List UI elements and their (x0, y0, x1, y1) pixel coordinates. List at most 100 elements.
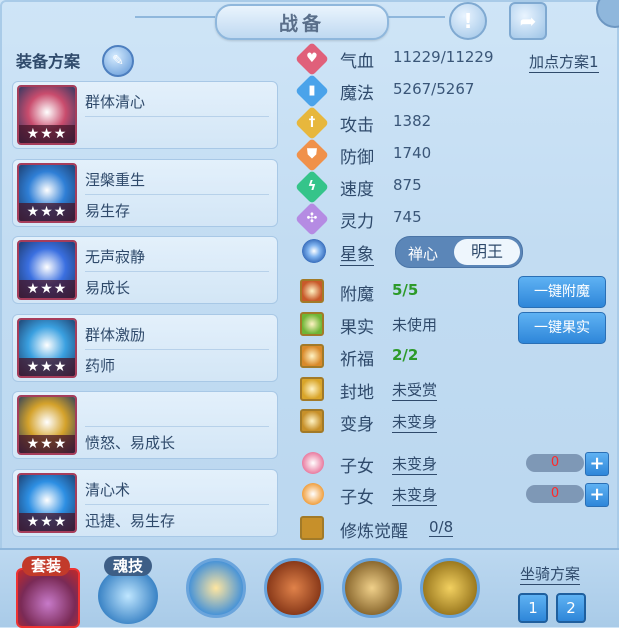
star-sign-option-chanxin[interactable]: 禅心 (408, 243, 438, 264)
skill-slot-2-icon[interactable] (264, 558, 324, 618)
extra-row: 变身 未变身 (300, 407, 619, 437)
pencil-icon: ✎ (112, 53, 124, 69)
awaken-value[interactable]: 0/8 (429, 518, 454, 537)
defense-icon: ⛊ (295, 138, 329, 172)
one-click-fruit-button[interactable]: 一键果实 (518, 312, 606, 344)
plans-header: 装备方案 (16, 52, 81, 71)
plan-stars: ★★★ (19, 125, 75, 143)
child-add-button[interactable]: + (585, 483, 609, 507)
plan-card[interactable]: ★★★ 涅槃重生 易生存 (12, 158, 278, 227)
plan-card[interactable]: ★★★ 群体激励 药师 (12, 313, 278, 382)
star-sign-label[interactable]: 星象 (340, 240, 374, 266)
tab-suit[interactable]: 套装 (12, 556, 80, 628)
stat-value: 5267/5267 (393, 80, 475, 98)
plan-card[interactable]: ★★★ 愤怒、易成长 (12, 391, 278, 459)
edit-plans-button[interactable]: ✎ (102, 45, 134, 77)
plan-line2: 迅捷、易生存 (85, 511, 176, 530)
plan-line1: 清心术 (85, 480, 131, 499)
extra-value[interactable]: 未受赏 (392, 379, 438, 401)
exclamation-icon: ! (463, 9, 473, 33)
child-value[interactable]: 未变身 (392, 484, 438, 506)
extra-value: 未使用 (392, 315, 438, 334)
awaken-row: 修炼觉醒 0/8 (300, 514, 619, 544)
spirit-icon: ✣ (295, 202, 329, 236)
plan-equipment-icon: ★★★ (17, 472, 77, 533)
share-button[interactable]: ➦ (509, 2, 547, 40)
mount-plan-label: 坐骑方案 (520, 565, 581, 585)
star-sign-option-mingwang[interactable]: 明王 (454, 239, 520, 265)
plan-line2: 易生存 (85, 201, 131, 220)
stat-row: ▮ 魔法 5267/5267 (295, 74, 540, 108)
star-sign-toggle[interactable]: 禅心 明王 (395, 236, 523, 268)
child-add-button[interactable]: + (585, 452, 609, 476)
extra-label: 封地 (340, 382, 374, 403)
stat-label: 魔法 (340, 84, 374, 104)
stat-symbol: ✣ (306, 211, 318, 226)
plan-stars: ★★★ (19, 202, 75, 221)
skill-slot-4-icon[interactable] (420, 558, 480, 618)
stat-row: ϟ 速度 875 (295, 170, 540, 204)
stat-symbol: ϟ (307, 179, 317, 194)
plan-divider (85, 193, 269, 195)
plan-card[interactable]: ★★★ 群体清心 (12, 81, 278, 149)
enchant-icon (300, 279, 324, 303)
extra-value[interactable]: 未变身 (392, 411, 438, 433)
soul-skill-icon (98, 568, 158, 624)
stat-label: 灵力 (340, 212, 374, 232)
blessing-icon (300, 344, 324, 368)
child-count-field[interactable]: 0 (526, 485, 584, 503)
extra-label: 祈福 (340, 350, 374, 370)
plan-equipment-icon: ★★★ (17, 162, 77, 223)
suit-icon (16, 568, 80, 628)
stat-value: 1382 (393, 112, 432, 130)
stat-value: 1740 (393, 144, 432, 162)
plan-stars: ★★★ (19, 512, 75, 531)
plan-divider (85, 271, 269, 272)
extra-value: 2/2 (392, 346, 419, 364)
info-button[interactable]: ! (449, 2, 487, 40)
title-banner: 战备 (215, 4, 389, 40)
plan-equipment-icon: ★★★ (17, 395, 77, 455)
mount-plan-2-button[interactable]: 2 (556, 593, 586, 623)
stat-value: 745 (393, 208, 422, 226)
transform-icon (300, 409, 324, 433)
heart-icon: ♥ (295, 42, 329, 76)
child-label: 子女 (340, 488, 374, 508)
tab-soul-skill[interactable]: 魂技 (94, 556, 162, 624)
plan-line1: 群体清心 (85, 93, 146, 111)
skill-slot-1-icon[interactable] (186, 558, 246, 618)
stat-row: ⛊ 防御 1740 (295, 138, 540, 172)
skill-slot-3-icon[interactable] (342, 558, 402, 618)
child-value[interactable]: 未变身 (392, 453, 438, 475)
stat-row: ✣ 灵力 745 (295, 202, 540, 236)
plan-equipment-icon: ★★★ (17, 240, 77, 300)
mana-icon: ▮ (295, 74, 329, 108)
share-icon: ➦ (519, 9, 537, 33)
tab-soul-skill-label: 魂技 (104, 556, 152, 576)
plan-card[interactable]: ★★★ 清心术迅捷、易生存 (12, 468, 278, 537)
stat-label: 防御 (340, 148, 374, 168)
extra-row: 祈福 2/2 (300, 342, 619, 372)
title-decoration-right (385, 16, 445, 18)
plan-divider (85, 503, 269, 505)
child-count-field[interactable]: 0 (526, 454, 584, 472)
extra-label: 附魔 (340, 285, 374, 305)
child-boy-icon (302, 483, 324, 505)
stat-symbol: ♥ (306, 51, 318, 66)
plan-stars: ★★★ (19, 357, 75, 376)
stat-row: ♥ 气血 11229/11229 (295, 42, 540, 76)
extra-label: 果实 (340, 317, 374, 338)
stat-label: 气血 (340, 52, 374, 72)
one-click-enchant-button[interactable]: 一键附魔 (518, 276, 606, 308)
plan-card[interactable]: ★★★ 无声寂静 易成长 (12, 236, 278, 304)
child-label: 子女 (340, 457, 374, 477)
plan-divider (85, 116, 269, 117)
stat-row: † 攻击 1382 (295, 106, 540, 140)
awaken-icon (300, 516, 324, 540)
awaken-label: 修炼觉醒 (340, 522, 408, 542)
stat-symbol: ▮ (308, 83, 316, 98)
extra-row: 封地 未受赏 (300, 375, 619, 405)
mount-plan-1-button[interactable]: 1 (518, 593, 548, 623)
add-points-plan-link[interactable]: 加点方案1 (529, 51, 599, 73)
extra-value: 5/5 (392, 281, 419, 299)
